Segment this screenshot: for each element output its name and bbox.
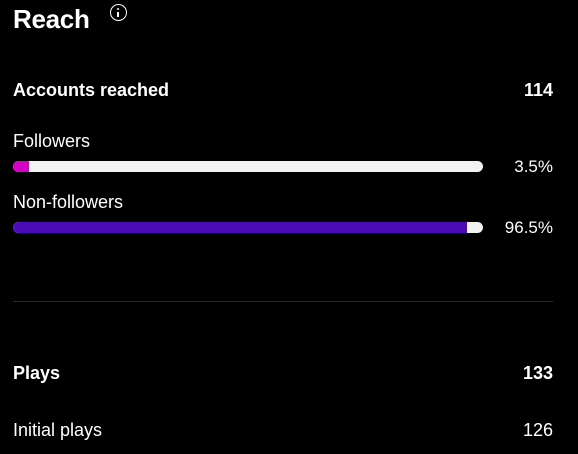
followers-percent: 3.5% <box>514 157 553 176</box>
info-icon[interactable] <box>110 4 127 21</box>
non-followers-bar-fill <box>13 222 467 233</box>
accounts-reached-label: Accounts reached <box>13 80 170 100</box>
accounts-reached-value: 114 <box>523 80 553 100</box>
divider <box>13 301 553 302</box>
non-followers-bar <box>13 222 483 233</box>
initial-plays-label: Initial plays <box>13 420 103 440</box>
initial-plays-value: 126 <box>522 420 553 440</box>
followers-label: Followers <box>13 131 91 151</box>
followers-bar <box>13 161 483 172</box>
followers-bar-fill <box>13 161 30 172</box>
plays-label: Plays <box>13 363 61 383</box>
plays-value: 133 <box>522 363 553 383</box>
non-followers-percent: 96.5% <box>504 218 553 237</box>
section-title: Reach <box>13 4 90 34</box>
non-followers-label: Non-followers <box>13 192 124 212</box>
